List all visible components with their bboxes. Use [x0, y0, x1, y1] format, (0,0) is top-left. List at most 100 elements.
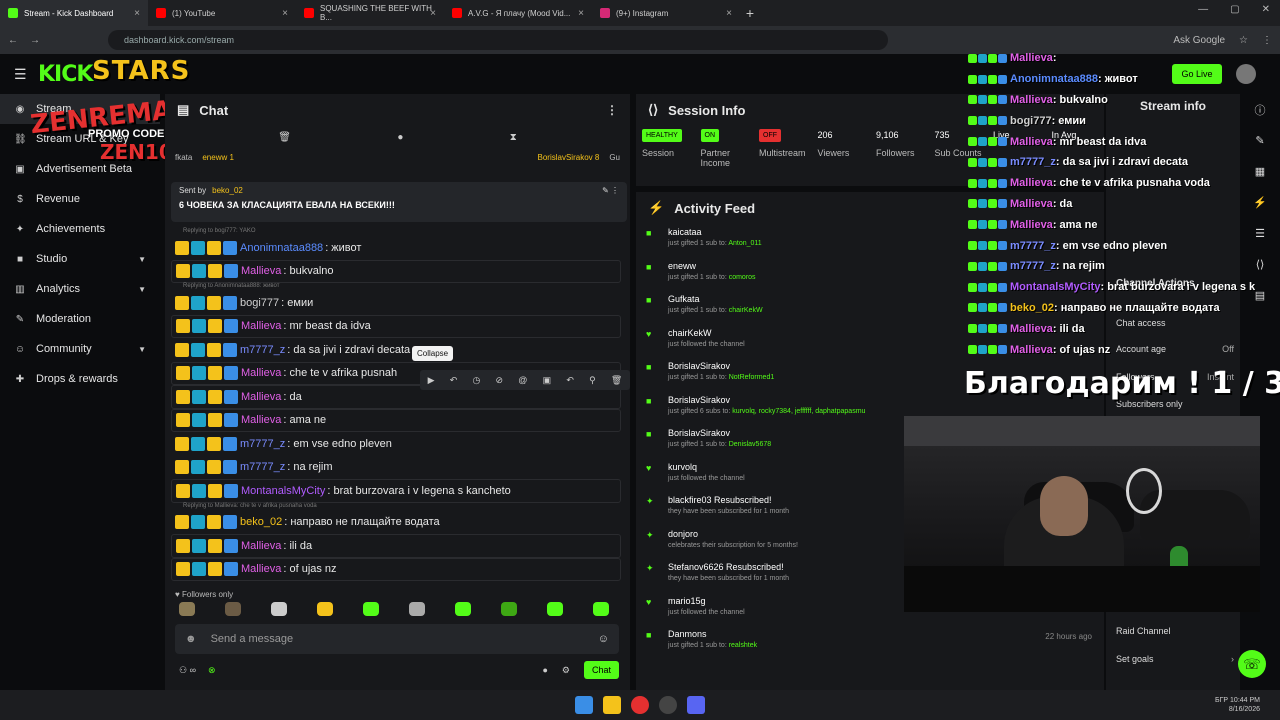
emote[interactable] [363, 602, 379, 616]
gifter-2[interactable]: eneww 1 [202, 153, 234, 162]
browser-tab[interactable]: (1) YouTube × [148, 0, 296, 26]
chat-username[interactable]: MontanalsMyCity [241, 485, 325, 497]
chat-message[interactable]: beko_02: направо не плащайте водата [171, 511, 621, 535]
sidebar-item[interactable]: ✚ Drops & rewards [0, 364, 160, 394]
chat-username[interactable]: Mallieva [241, 320, 281, 332]
ban-icon[interactable]: ⊘ [496, 375, 504, 386]
sidebar-item[interactable]: $ Revenue [0, 184, 160, 214]
sidebar-item[interactable]: ■ Studio ▼ [0, 244, 160, 274]
chat-username[interactable]: m7777_z [240, 344, 285, 356]
chat-input[interactable]: ☻ Send a message ☺ [175, 624, 619, 654]
bookmark-star-icon[interactable]: ☆ [1239, 35, 1248, 46]
gifter-4[interactable]: Gu [609, 153, 620, 162]
feed-username[interactable]: Stefanov6626 Resubscribed! [668, 559, 789, 572]
feed-recipient[interactable]: chairKekW [729, 307, 763, 314]
new-tab-icon[interactable]: + [740, 5, 760, 21]
emote[interactable] [225, 602, 241, 616]
reply-icon[interactable]: ↶ [566, 375, 574, 386]
play-icon[interactable]: ▶ [428, 375, 435, 386]
chat-username[interactable]: m7777_z [240, 461, 285, 473]
feed-recipient[interactable]: comoros [729, 274, 756, 281]
ask-google-button[interactable]: Ask Google [1173, 35, 1225, 46]
folder-icon[interactable] [603, 696, 621, 714]
chrome-icon[interactable] [631, 696, 649, 714]
pinned-user[interactable]: beko_02 [212, 186, 243, 195]
chat-message[interactable]: Anonimnataa888: живот [171, 236, 621, 260]
emote[interactable] [501, 602, 517, 616]
feed-username[interactable]: donjoro [668, 526, 798, 539]
feed-recipient[interactable]: kurvolq, rocky7384, jeffffff, daphatpapa… [732, 408, 865, 415]
feed-username[interactable]: blackfire03 Resubscribed! [668, 492, 789, 505]
emote[interactable] [317, 602, 333, 616]
chat-username[interactable]: beko_02 [240, 516, 282, 528]
maximize-icon[interactable]: ▢ [1230, 4, 1239, 15]
feed-username[interactable]: kurvolq [668, 459, 745, 472]
emote[interactable] [455, 602, 471, 616]
pin-icon[interactable]: ⚲ [589, 375, 596, 386]
extensions-icon[interactable]: ⋮ [1262, 35, 1272, 46]
emote[interactable] [409, 602, 425, 616]
close-icon[interactable]: × [282, 8, 288, 19]
feed-username[interactable]: BorislavSirakov [668, 392, 865, 405]
chat-message[interactable]: m7777_z: da sa jivi i zdravi decata [171, 338, 621, 362]
users-icon[interactable]: ⚇ ∞ [179, 665, 196, 676]
bubble-icon[interactable]: ● [397, 132, 403, 143]
undo-icon[interactable]: ↶ [450, 375, 458, 386]
chat-message[interactable]: Mallieva: bukvalno [171, 259, 621, 283]
feed-username[interactable]: kaicataa [668, 224, 762, 237]
kick-coin-icon[interactable]: ⊗ [208, 665, 216, 676]
sidebar-item[interactable]: ▥ Analytics ▼ [0, 274, 160, 304]
gifter-3[interactable]: BorislavSirakov 8 [538, 153, 600, 162]
emoji-icon[interactable]: ☻ [185, 633, 197, 645]
close-icon[interactable]: × [578, 8, 584, 19]
gear-icon[interactable]: ⚙ [562, 665, 570, 676]
feed-username[interactable]: Danmons [668, 626, 757, 639]
sidebar-item[interactable]: ✎ Moderation [0, 304, 160, 334]
feed-username[interactable]: chairKekW [668, 325, 745, 338]
chat-message[interactable]: m7777_z: na rejim [171, 456, 621, 480]
browser-tab[interactable]: SQUASHING THE BEEF WITH B... × [296, 0, 444, 26]
menu-icon[interactable]: ☰ [14, 66, 27, 83]
close-icon[interactable]: × [726, 8, 732, 19]
chat-username[interactable]: Anonimnataa888 [240, 242, 323, 254]
chat-message[interactable]: bogi777: емии [171, 291, 621, 315]
chat-message[interactable]: Mallieva: mr beast da idva [171, 314, 621, 338]
browser-tab[interactable]: A.V.G - Я плачу (Mood Vid... × [444, 0, 592, 26]
smile-icon[interactable]: ☺ [598, 633, 609, 645]
delete-icon[interactable]: 🗑 [611, 375, 622, 386]
chat-username[interactable]: Mallieva [241, 414, 281, 426]
feed-recipient[interactable]: realshtek [729, 642, 757, 649]
pinned-message[interactable]: Sent by beko_02 ✎ ⋮ 6 ЧОВЕКА ЗА КЛАСАЦИЯТА… [171, 182, 627, 222]
set-goals-row[interactable]: Set goals › [1116, 654, 1234, 664]
feed-username[interactable]: Gufkata [668, 291, 763, 304]
chat-more-icon[interactable]: ⋮ [606, 103, 618, 117]
feed-recipient[interactable]: Anton_011 [728, 240, 761, 247]
minimize-icon[interactable]: — [1198, 4, 1208, 15]
feed-recipient[interactable]: Denislav5678 [729, 441, 771, 448]
bubble-small-icon[interactable]: ● [542, 665, 547, 675]
back-icon[interactable]: ← [8, 35, 18, 46]
chat-username[interactable]: bogi777 [240, 297, 279, 309]
feed-username[interactable]: mario15g [668, 593, 745, 606]
chat-message[interactable]: MontanalsMyCity: brat burzovara i v lege… [171, 479, 621, 503]
close-window-icon[interactable]: ✕ [1262, 4, 1270, 15]
feed-username[interactable]: BorislavSirakov [668, 358, 774, 371]
sidebar-item[interactable]: ☺ Community ▼ [0, 334, 160, 364]
discord-icon[interactable] [687, 696, 705, 714]
chat-message[interactable]: Mallieva: ili da [171, 534, 621, 558]
chat-message[interactable]: Mallieva: ama ne [171, 408, 621, 432]
emote[interactable] [271, 602, 287, 616]
browser-tab[interactable]: Stream - Kick Dashboard × [0, 0, 148, 26]
url-field[interactable]: dashboard.kick.com/stream [108, 30, 888, 50]
support-icon[interactable]: ☏ [1238, 650, 1266, 678]
at-icon[interactable]: @ [518, 375, 527, 385]
emote[interactable] [179, 602, 195, 616]
chat-send-button[interactable]: Chat [583, 661, 619, 679]
emote[interactable] [593, 602, 609, 616]
feed-recipient[interactable]: NotReformed1 [729, 374, 775, 381]
chat-username[interactable]: Mallieva [241, 367, 281, 379]
chat-message[interactable]: Mallieva: of ujas nz [171, 557, 621, 581]
hourglass-icon[interactable]: ⧗ [510, 132, 517, 143]
forward-icon[interactable]: → [30, 35, 40, 46]
browser-tab[interactable]: (9+) Instagram × [592, 0, 740, 26]
